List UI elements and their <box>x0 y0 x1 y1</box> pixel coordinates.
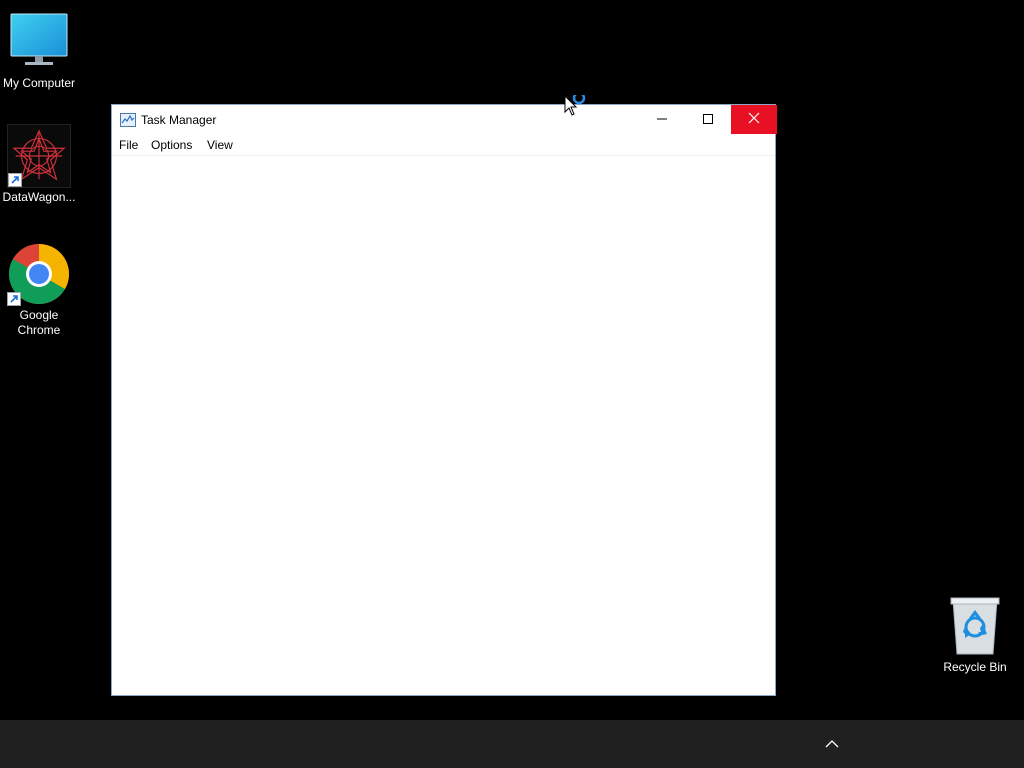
task-manager-window[interactable]: Task Manager File Options View <box>111 104 777 696</box>
desktop-icon-label: DataWagon... <box>2 190 76 204</box>
window-title: Task Manager <box>141 113 217 127</box>
menu-view[interactable]: View <box>207 138 233 152</box>
shortcut-arrow-icon <box>8 173 22 187</box>
taskbar <box>0 720 1024 768</box>
desktop-icon-google-chrome[interactable]: Google Chrome <box>0 242 78 338</box>
desktop-icon-label: My Computer <box>2 76 76 90</box>
close-icon <box>748 111 760 129</box>
desktop-icon-my-computer[interactable]: My Computer <box>0 10 78 91</box>
datawagon-logo-icon <box>7 124 71 188</box>
monitor-icon <box>7 10 71 74</box>
window-content <box>112 156 775 695</box>
task-manager-icon <box>120 113 136 127</box>
recycle-bin-icon <box>943 594 1007 658</box>
desktop-icon-label: Google Chrome <box>17 308 61 337</box>
minimize-button[interactable] <box>639 105 685 134</box>
menu-file[interactable]: File <box>119 138 138 152</box>
desktop-icon-label: Recycle Bin <box>943 660 1007 674</box>
chrome-icon <box>7 242 71 306</box>
menu-bar: File Options View <box>112 135 775 156</box>
minimize-icon <box>657 111 667 129</box>
desktop-icon-recycle-bin[interactable]: Recycle Bin <box>936 594 1014 675</box>
desktop-icon-datawagon[interactable]: DataWagon... <box>0 124 78 205</box>
maximize-button[interactable] <box>685 105 731 134</box>
busy-cursor-icon <box>564 91 588 119</box>
close-button[interactable] <box>731 105 777 134</box>
shortcut-arrow-icon <box>7 292 21 306</box>
title-bar[interactable]: Task Manager <box>112 105 777 135</box>
maximize-icon <box>703 111 713 129</box>
menu-options[interactable]: Options <box>151 138 192 152</box>
chevron-up-icon[interactable] <box>822 736 842 752</box>
